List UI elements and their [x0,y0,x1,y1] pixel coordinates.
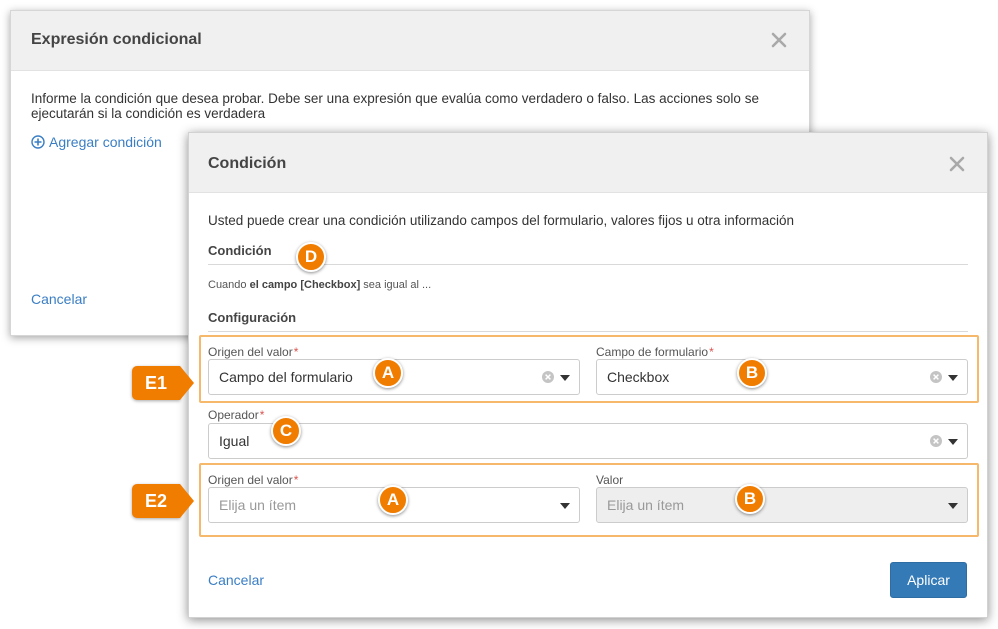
required-mark: * [259,408,265,422]
operator-label-text: Operador [208,408,259,422]
modal-title: Condición [208,155,287,172]
add-condition-link[interactable]: Agregar condición [31,134,162,150]
annotation-marker-b: B [737,358,767,388]
add-condition-label: Agregar condición [49,134,162,150]
operator-label: Operador* [208,408,264,422]
caret-down-icon [948,439,958,445]
close-icon[interactable] [949,156,965,172]
cancel-link[interactable]: Cancelar [208,572,264,588]
annotation-tag-e2: E2 [132,484,194,518]
annotation-marker-c: C [271,416,301,446]
condition-suffix: sea igual al ... [360,279,432,291]
highlight-box-e2 [199,463,979,537]
condition-summary: Cuando el campo [Checkbox] sea igual al … [208,279,431,291]
clear-circle-icon[interactable] [930,435,942,447]
condition-prefix: Cuando [208,279,250,291]
highlight-box-e1 [199,335,979,403]
modal-intro: Usted puede crear una condición utilizan… [208,213,795,228]
annotation-marker-a: A [378,485,408,515]
annotation-marker-a: A [373,358,403,388]
select-value: Igual [219,433,250,449]
annotation-marker-d: D [296,242,326,272]
modal-header: Expresión condicional [11,11,809,71]
operator-select[interactable]: Igual [208,423,968,459]
annotation-tag-e1: E1 [132,366,194,400]
condition-field: el campo [Checkbox] [249,279,361,291]
modal-title: Expresión condicional [31,31,202,48]
apply-button[interactable]: Aplicar [890,562,967,598]
cancel-link[interactable]: Cancelar [31,291,87,307]
close-icon[interactable] [771,32,787,48]
configuration-section-title: Configuración [208,310,968,332]
plus-circle-icon [31,135,45,149]
modal-header: Condición [189,133,987,193]
annotation-marker-b: B [735,484,765,514]
modal-description: Informe la condición que desea probar. D… [31,91,759,121]
